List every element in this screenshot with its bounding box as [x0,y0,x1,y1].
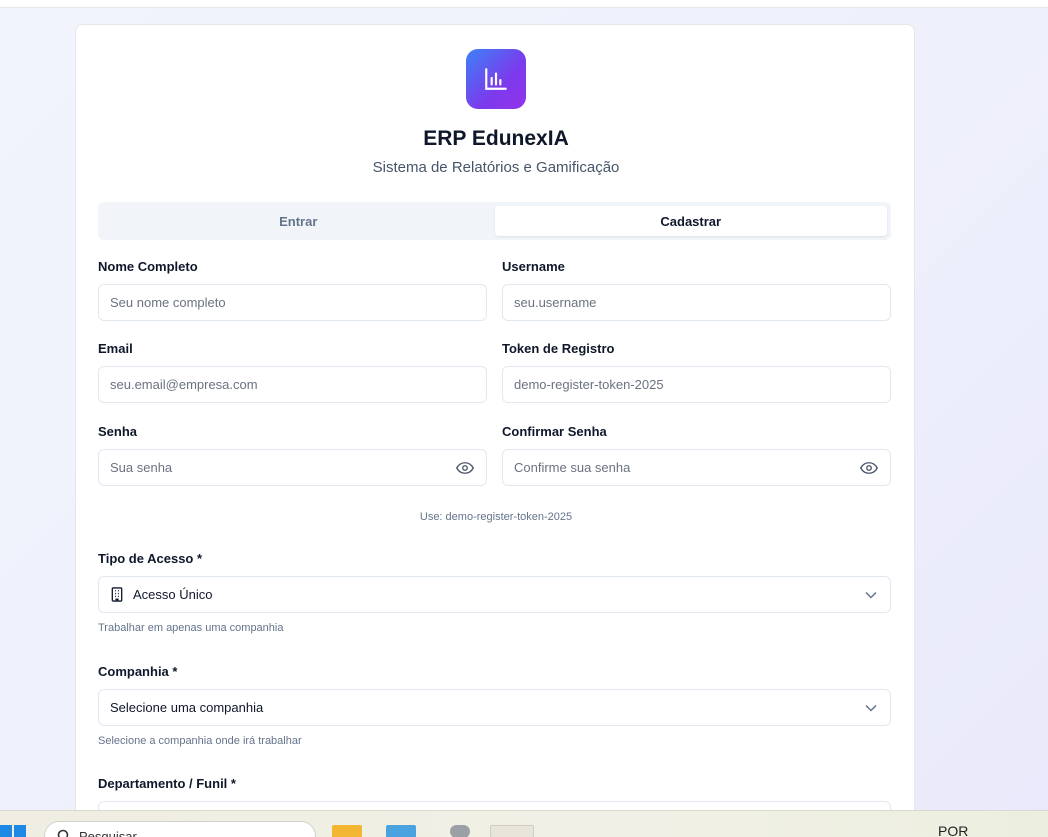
token-field[interactable]: demo-register-token-2025 [502,366,891,403]
username-placeholder: seu.username [514,295,597,310]
token-hint: Use: demo-register-token-2025 [419,511,573,523]
departamento-label: Departamento / Funil * [98,776,236,791]
confirmar-field[interactable]: Confirme sua senha [502,449,891,486]
windows-start-icon[interactable] [0,825,26,837]
eye-icon[interactable] [859,461,879,475]
username-label: Username [502,259,565,274]
email-placeholder: seu.email@empresa.com [110,377,258,392]
nome-label: Nome Completo [98,259,198,274]
token-placeholder: demo-register-token-2025 [514,377,664,392]
app-icon[interactable] [386,825,416,837]
eye-icon[interactable] [455,461,475,475]
tipo-acesso-value: Acesso Único [133,587,213,602]
tab-cadastrar[interactable]: Cadastrar [494,206,887,236]
app-icon[interactable] [450,825,470,837]
app-subtitle: Sistema de Relatórios e Gamificação [372,159,620,176]
chevron-down-icon [865,588,879,602]
nome-field[interactable]: Seu nome completo [98,284,487,321]
language-indicator[interactable]: POR [938,823,968,837]
companhia-label: Companhia * [98,664,178,679]
auth-tabs: Entrar Cadastrar [98,202,891,240]
chevron-down-icon [865,701,879,715]
auth-card: ERP EdunexIA Sistema de Relatórios e Gam… [75,24,915,837]
senha-label: Senha [98,424,138,439]
tipo-acesso-select[interactable]: Acesso Único [98,576,891,613]
nome-placeholder: Seu nome completo [110,295,226,310]
confirmar-placeholder: Confirme sua senha [514,460,631,475]
file-explorer-icon[interactable] [332,825,362,837]
tab-entrar[interactable]: Entrar [102,206,495,236]
senha-placeholder: Sua senha [110,460,173,475]
tipo-acesso-label: Tipo de Acesso * [98,551,203,566]
app-logo [466,49,526,109]
browser-top-edge [0,0,1048,8]
search-icon [57,829,69,837]
confirmar-label: Confirmar Senha [502,424,607,439]
senha-field[interactable]: Sua senha [98,449,487,486]
app-title: ERP EdunexIA [423,127,569,150]
bar-chart-icon [485,68,507,90]
email-field[interactable]: seu.email@empresa.com [98,366,487,403]
tipo-acesso-help: Trabalhar em apenas uma companhia [98,622,284,634]
taskbar-search[interactable]: Pesquisar [44,821,316,837]
taskbar-search-text: Pesquisar [79,828,137,837]
companhia-help: Selecione a companhia onde irá trabalhar [98,735,302,747]
token-label: Token de Registro [502,341,615,356]
building-icon [110,587,126,603]
companhia-value: Selecione uma companhia [110,700,264,715]
companhia-select[interactable]: Selecione uma companhia [98,689,891,726]
username-field[interactable]: seu.username [502,284,891,321]
os-taskbar: Pesquisar POR [0,810,1048,837]
email-label: Email [98,341,133,356]
active-app-icon[interactable] [490,825,534,837]
